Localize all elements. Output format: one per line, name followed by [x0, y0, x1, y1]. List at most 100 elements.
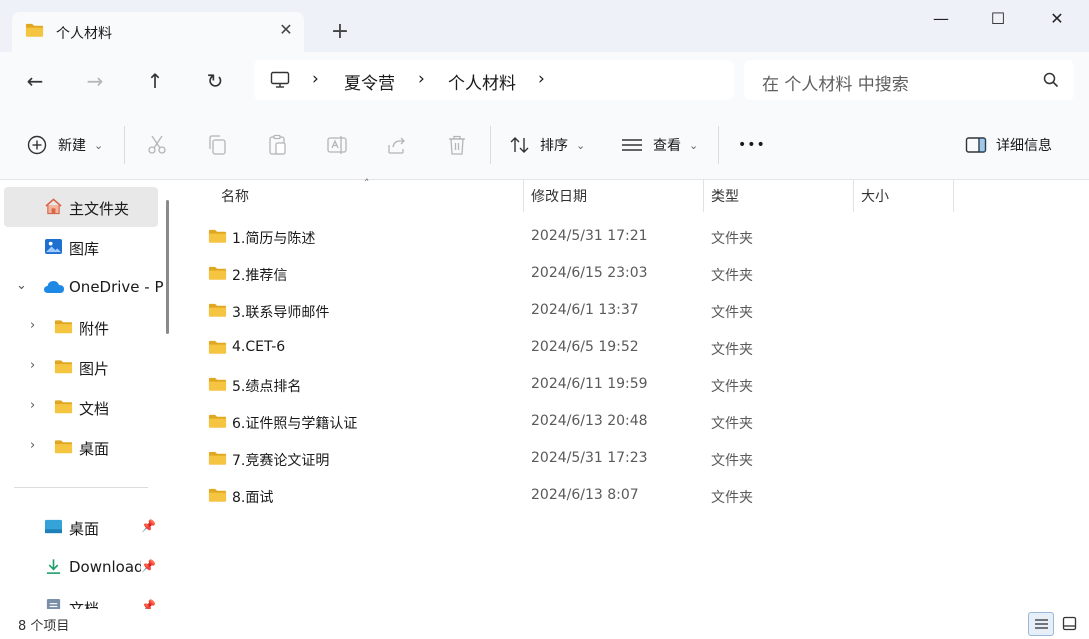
column-header-name[interactable]: 名称 [221, 186, 249, 206]
onedrive-cloud-icon [44, 281, 64, 293]
sidebar-item-pictures[interactable]: › 图片 [4, 347, 158, 387]
view-button[interactable]: 查看 ⌄ [621, 132, 698, 158]
file-modified-date: 2024/6/13 20:48 [531, 413, 648, 429]
folder-icon [208, 451, 227, 465]
details-view-button[interactable] [1028, 612, 1054, 636]
breadcrumb-separator[interactable]: › [312, 69, 319, 89]
back-button[interactable]: ← [20, 66, 50, 96]
navigation-bar: ← → ↑ ↻ › 夏令营 › 个人材料 › 在 个人材料 中搜索 [0, 52, 1089, 110]
tab-personal-materials[interactable]: 个人材料 ✕ [12, 12, 304, 52]
forward-button[interactable]: → [80, 66, 110, 96]
table-row[interactable]: 6.证件照与学籍认证 2024/6/13 20:48 文件夹 [200, 402, 1060, 439]
sidebar-item-documents[interactable]: › 文档 [4, 387, 158, 427]
file-name[interactable]: 3.联系导师邮件 [232, 302, 329, 322]
breadcrumb-separator[interactable]: › [418, 69, 425, 89]
folder-icon [208, 303, 227, 317]
view-list-icon [622, 139, 642, 151]
folder-icon [208, 377, 227, 391]
sidebar-item-label: 文档 [69, 600, 100, 609]
breadcrumb-summer-camp[interactable]: 夏令营 [344, 69, 395, 94]
address-bar[interactable]: › 夏令营 › 个人材料 › [254, 60, 734, 100]
pin-icon[interactable]: 📌 [141, 559, 156, 573]
sidebar-item-desktop[interactable]: › 桌面 [4, 427, 158, 467]
tab-close-icon[interactable]: ✕ [276, 20, 296, 40]
refresh-button[interactable]: ↻ [200, 66, 230, 96]
document-icon [46, 598, 61, 609]
sort-button[interactable]: 排序 ⌄ [509, 132, 585, 158]
file-name[interactable]: 6.证件照与学籍认证 [232, 413, 357, 433]
table-row[interactable]: 7.竞赛论文证明 2024/5/31 17:23 文件夹 [200, 439, 1060, 476]
share-icon[interactable] [385, 133, 409, 157]
sidebar-item-label: 附件 [79, 320, 110, 338]
sort-icon [510, 137, 529, 153]
chevron-right-icon[interactable]: › [30, 358, 35, 373]
cut-icon[interactable] [145, 133, 169, 157]
search-box[interactable]: 在 个人材料 中搜索 [744, 60, 1074, 100]
file-name[interactable]: 8.面试 [232, 487, 273, 507]
close-button[interactable]: ✕ [1034, 6, 1080, 34]
new-tab-button[interactable]: + [326, 18, 354, 46]
folder-icon [208, 488, 227, 502]
pin-icon[interactable]: 📌 [141, 599, 156, 609]
sidebar-item-onedrive[interactable]: ⌄ OneDrive - P [4, 267, 164, 307]
search-input[interactable]: 在 个人材料 中搜索 [762, 70, 909, 95]
table-row[interactable]: 4.CET-6 2024/6/5 19:52 文件夹 [200, 328, 1060, 365]
file-name[interactable]: 4.CET-6 [232, 339, 285, 355]
sidebar-item-gallery[interactable]: 图库 [4, 227, 158, 267]
table-row[interactable]: 5.绩点排名 2024/6/11 19:59 文件夹 [200, 365, 1060, 402]
pin-icon[interactable]: 📌 [141, 519, 156, 533]
sidebar-item-home[interactable]: 主文件夹 [4, 187, 158, 227]
quick-access-downloads[interactable]: Download 📌 [4, 547, 158, 587]
table-row[interactable]: 1.简历与陈述 2024/5/31 17:21 文件夹 [200, 217, 1060, 254]
column-header-type[interactable]: 类型 [711, 186, 739, 206]
delete-icon[interactable] [445, 133, 469, 157]
folder-icon [54, 360, 73, 374]
breadcrumb-separator[interactable]: › [538, 69, 545, 89]
column-divider[interactable] [703, 180, 704, 212]
table-row[interactable]: 2.推荐信 2024/6/15 23:03 文件夹 [200, 254, 1060, 291]
folder-icon [208, 229, 227, 243]
breadcrumb-personal-materials[interactable]: 个人材料 [448, 69, 516, 94]
up-button[interactable]: ↑ [140, 66, 170, 96]
sidebar-scrollbar[interactable] [166, 200, 169, 334]
paste-icon[interactable] [265, 133, 289, 157]
sidebar-item-attachments[interactable]: › 附件 [4, 307, 158, 347]
column-header-modified[interactable]: 修改日期 [531, 186, 587, 206]
file-name[interactable]: 7.竞赛论文证明 [232, 450, 329, 470]
toolbar-divider [718, 126, 719, 164]
table-row[interactable]: 3.联系导师邮件 2024/6/1 13:37 文件夹 [200, 291, 1060, 328]
column-divider[interactable] [953, 180, 954, 212]
chevron-right-icon[interactable]: › [30, 398, 35, 413]
file-modified-date: 2024/6/5 19:52 [531, 339, 639, 355]
chevron-right-icon[interactable]: › [30, 318, 35, 333]
sidebar-item-label: 桌面 [79, 440, 110, 458]
sidebar-item-label: 桌面 [69, 520, 100, 538]
column-divider[interactable] [853, 180, 854, 212]
file-name[interactable]: 1.简历与陈述 [232, 228, 315, 248]
sort-ascending-icon: ˄ [364, 177, 370, 190]
tab-title: 个人材料 [56, 26, 112, 42]
file-type: 文件夹 [711, 231, 753, 247]
details-pane-icon [965, 137, 987, 153]
chevron-down-icon[interactable]: ⌄ [16, 278, 27, 293]
file-name[interactable]: 5.绩点排名 [232, 376, 301, 396]
details-view-icon [1035, 619, 1048, 629]
quick-access-desktop[interactable]: 桌面 📌 [4, 507, 158, 547]
table-row[interactable]: 8.面试 2024/6/13 8:07 文件夹 [200, 476, 1060, 513]
copy-icon[interactable] [205, 133, 229, 157]
minimize-button[interactable]: — [918, 6, 964, 34]
more-options-button[interactable]: ••• [738, 132, 766, 158]
rename-icon[interactable] [325, 133, 349, 157]
column-divider[interactable] [523, 180, 524, 212]
new-button[interactable]: 新建 ⌄ [26, 132, 103, 158]
file-name[interactable]: 2.推荐信 [232, 265, 287, 285]
column-header-size[interactable]: 大小 [861, 186, 889, 206]
sort-label: 排序 [540, 138, 568, 154]
tiles-view-button[interactable] [1057, 612, 1083, 636]
quick-access-documents[interactable]: 文档 📌 [4, 587, 158, 609]
sidebar-item-label: Download [69, 558, 141, 576]
chevron-right-icon[interactable]: › [30, 438, 35, 453]
details-button[interactable]: 详细信息 [965, 132, 1052, 158]
more-icon: ••• [738, 137, 766, 153]
maximize-button[interactable]: ☐ [975, 6, 1021, 34]
